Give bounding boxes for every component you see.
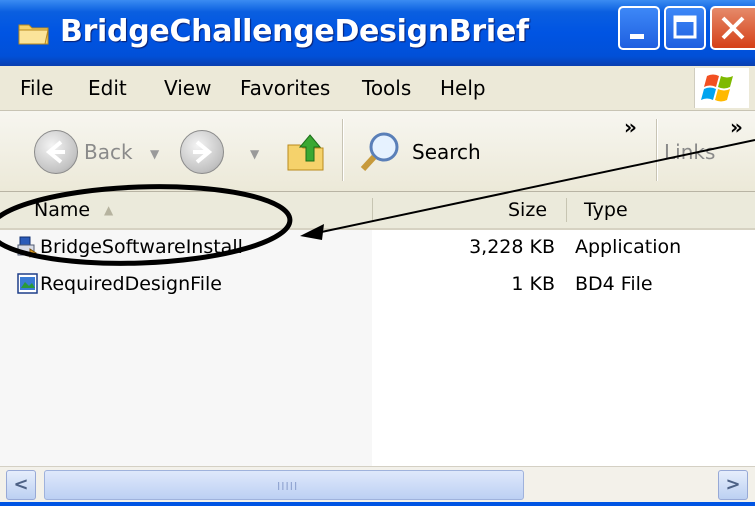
minimize-button[interactable] bbox=[618, 6, 660, 50]
forward-arrow-icon bbox=[193, 140, 213, 164]
explorer-window: BridgeChallengeDesignBrief File Edit Vie… bbox=[0, 0, 755, 506]
column-divider[interactable] bbox=[566, 198, 567, 222]
window-title: BridgeChallengeDesignBrief bbox=[60, 14, 529, 49]
sorted-column-shading bbox=[0, 230, 372, 466]
list-item[interactable]: RequiredDesignFile 1 KB BD4 File bbox=[0, 269, 755, 299]
menu-bar: File Edit View Favorites Tools Help bbox=[0, 66, 755, 111]
scroll-left-button[interactable]: < bbox=[6, 470, 36, 500]
back-arrow-icon bbox=[45, 140, 65, 164]
column-name[interactable]: Name bbox=[34, 192, 90, 228]
menu-view[interactable]: View bbox=[164, 76, 211, 100]
column-divider[interactable] bbox=[372, 198, 373, 222]
menu-help[interactable]: Help bbox=[440, 76, 486, 100]
menu-favorites[interactable]: Favorites bbox=[240, 76, 330, 100]
column-header: Name ▲ Size Type bbox=[0, 192, 755, 230]
back-label: Back bbox=[84, 140, 133, 164]
window-bottom-border bbox=[0, 502, 755, 506]
close-button[interactable] bbox=[710, 6, 755, 50]
links-overflow-icon[interactable]: » bbox=[730, 115, 743, 139]
back-dropdown-icon[interactable]: ▼ bbox=[150, 147, 159, 161]
file-name: BridgeSoftwareInstall bbox=[40, 236, 243, 258]
toolbar-separator bbox=[342, 119, 344, 181]
windows-logo-icon bbox=[694, 68, 749, 108]
toolbar: Back ▼ ▼ Search » Links » bbox=[0, 111, 755, 192]
folder-icon bbox=[18, 24, 49, 45]
back-button[interactable] bbox=[34, 130, 78, 174]
installer-icon bbox=[17, 236, 37, 258]
search-icon[interactable] bbox=[358, 129, 404, 175]
sort-ascending-icon: ▲ bbox=[104, 203, 114, 217]
toolbar-overflow-icon[interactable]: » bbox=[624, 115, 637, 139]
document-icon bbox=[17, 273, 38, 294]
minimize-icon bbox=[630, 34, 644, 39]
search-label[interactable]: Search bbox=[412, 140, 481, 164]
file-size: 3,228 KB bbox=[469, 236, 555, 258]
maximize-icon bbox=[673, 15, 697, 39]
forward-dropdown-icon[interactable]: ▼ bbox=[250, 147, 259, 161]
title-bar[interactable]: BridgeChallengeDesignBrief bbox=[0, 0, 755, 66]
forward-button[interactable] bbox=[180, 130, 224, 174]
scroll-right-button[interactable]: > bbox=[718, 470, 748, 500]
horizontal-scrollbar[interactable]: < IIIII > bbox=[0, 466, 755, 503]
column-type[interactable]: Type bbox=[584, 192, 628, 228]
scroll-grip-icon: IIIII bbox=[277, 480, 299, 493]
maximize-button[interactable] bbox=[664, 6, 706, 50]
file-type: Application bbox=[575, 236, 682, 258]
up-folder-icon[interactable] bbox=[286, 131, 330, 173]
file-type: BD4 File bbox=[575, 273, 653, 295]
file-size: 1 KB bbox=[511, 273, 555, 295]
menu-file[interactable]: File bbox=[20, 76, 53, 100]
list-item[interactable]: BridgeSoftwareInstall 3,228 KB Applicati… bbox=[0, 232, 755, 262]
menu-tools[interactable]: Tools bbox=[362, 76, 411, 100]
file-list: BridgeSoftwareInstall 3,228 KB Applicati… bbox=[0, 230, 755, 466]
column-size[interactable]: Size bbox=[508, 192, 547, 228]
scroll-thumb[interactable]: IIIII bbox=[44, 470, 524, 500]
links-label[interactable]: Links bbox=[664, 140, 715, 164]
menu-edit[interactable]: Edit bbox=[88, 76, 127, 100]
close-icon bbox=[721, 16, 745, 40]
links-separator bbox=[656, 119, 658, 181]
file-name: RequiredDesignFile bbox=[40, 273, 222, 295]
